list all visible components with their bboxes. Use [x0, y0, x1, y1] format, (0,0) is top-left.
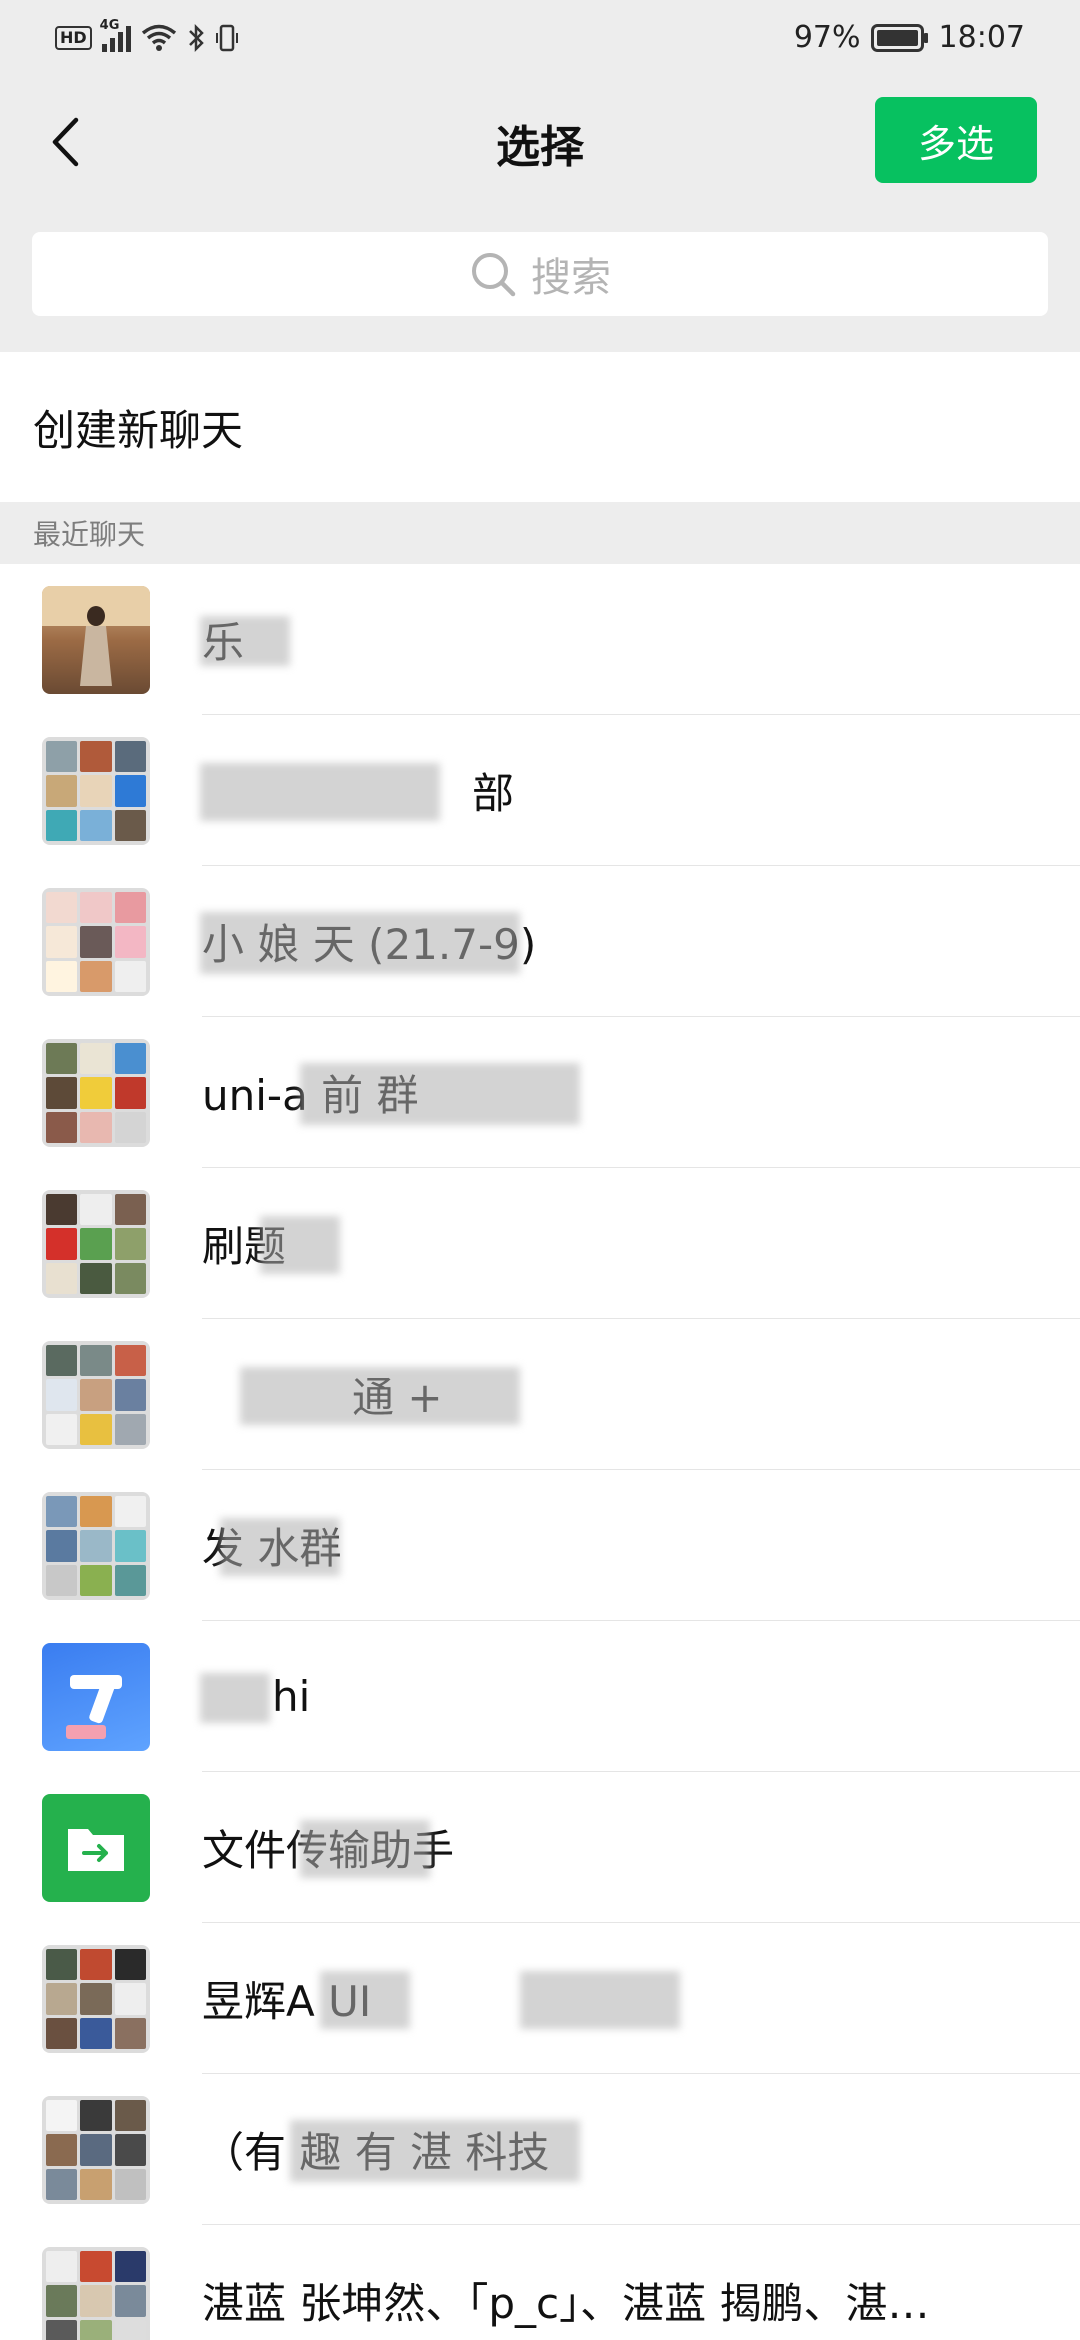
folder-icon	[68, 1829, 124, 1871]
chat-list-item[interactable]: 昱辉A UI	[0, 1923, 1080, 2074]
hd-badge: HD	[55, 25, 92, 50]
chat-list-item[interactable]: hi	[0, 1621, 1080, 1772]
group-avatar	[42, 1492, 150, 1600]
chat-list-item[interactable]: 通 +	[0, 1319, 1080, 1470]
search-icon	[472, 253, 516, 297]
chat-name: hi	[272, 1672, 311, 1721]
chat-name: 发 水群	[202, 1524, 342, 1573]
status-left: HD 4G	[55, 18, 239, 53]
chat-name: 刷题	[202, 1222, 287, 1271]
clock: 18:07	[938, 20, 1025, 55]
chat-name: 昱辉A UI	[202, 1977, 372, 2026]
chat-name: （有 趣 有 湛 科技	[202, 2128, 550, 2177]
back-button[interactable]	[30, 107, 100, 177]
search-placeholder: 搜索	[531, 255, 611, 301]
file-transfer-avatar	[42, 1794, 150, 1902]
recent-chats-header: 最近聊天	[0, 502, 1080, 564]
wifi-icon	[141, 24, 176, 51]
multi-select-button[interactable]: 多选	[875, 97, 1037, 183]
recent-chats-label: 最近聊天	[33, 518, 146, 551]
group-avatar	[42, 1190, 150, 1298]
chevron-left-icon	[52, 117, 79, 167]
chat-name: 湛蓝 张坤然、「p_c」、湛蓝 揭鹏、湛…	[202, 2279, 930, 2328]
chat-list: 乐 部 小 娘 天 (21.7-9) uni-a 前 群 刷题 通 + 发 水群…	[0, 564, 1080, 2340]
vibrate-icon	[215, 24, 238, 51]
chat-name: 小 娘 天 (21.7-9)	[202, 920, 537, 969]
chat-name: 乐	[202, 618, 245, 667]
chat-name: uni-a 前 群	[202, 1071, 419, 1120]
chat-name: 部	[472, 769, 515, 818]
group-avatar	[42, 1341, 150, 1449]
chat-name: 通 +	[352, 1373, 443, 1422]
search-input[interactable]: 搜索	[32, 232, 1048, 316]
title-bar: 选择 多选	[0, 75, 1080, 210]
create-new-chat-label: 创建新聊天	[33, 405, 244, 455]
chat-list-item[interactable]: 部	[0, 715, 1080, 866]
chat-list-item[interactable]: 文件传输助手	[0, 1772, 1080, 1923]
group-avatar	[42, 737, 150, 845]
status-right: 97% 18:07	[794, 20, 1025, 55]
chat-list-item[interactable]: 小 娘 天 (21.7-9)	[0, 866, 1080, 1017]
group-avatar	[42, 1945, 150, 2053]
avatar	[42, 586, 150, 694]
group-avatar	[42, 1039, 150, 1147]
cellular-signal-icon: 4G	[100, 18, 131, 52]
chat-list-item[interactable]: 乐	[0, 564, 1080, 715]
chat-list-item[interactable]: 刷题	[0, 1168, 1080, 1319]
battery-icon	[870, 23, 928, 52]
bluetooth-icon	[188, 23, 204, 52]
group-avatar	[42, 2096, 150, 2204]
chat-name: 文件传输助手	[202, 1826, 455, 1875]
app-avatar	[42, 1643, 150, 1751]
chat-list-item[interactable]: 发 水群	[0, 1470, 1080, 1621]
chat-list-item[interactable]: 湛蓝 张坤然、「p_c」、湛蓝 揭鹏、湛…	[0, 2225, 1080, 2340]
battery-percentage: 97%	[793, 20, 861, 55]
status-bar: HD 4G 97% 18:07	[0, 0, 1080, 75]
chat-list-item[interactable]: （有 趣 有 湛 科技	[0, 2074, 1080, 2225]
create-new-chat[interactable]: 创建新聊天	[0, 352, 1080, 502]
group-avatar	[42, 2247, 150, 2340]
chat-list-item[interactable]: uni-a 前 群	[0, 1017, 1080, 1168]
group-avatar	[42, 888, 150, 996]
